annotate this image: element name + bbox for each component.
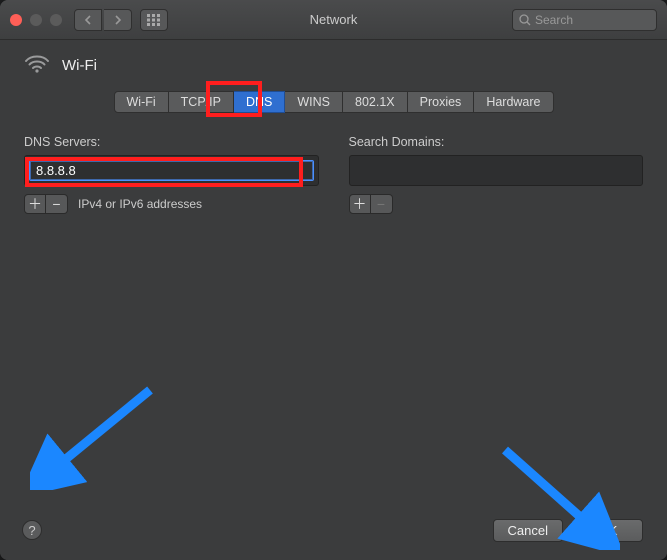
tab-hardware[interactable]: Hardware: [474, 91, 553, 113]
content-area: Wi-Fi Wi-Fi TCP/IP DNS WINS 802.1X Proxi…: [0, 40, 667, 560]
remove-search-domain-button[interactable]: −: [371, 194, 393, 214]
tab-8021x[interactable]: 802.1X: [343, 91, 408, 113]
tab-bar: Wi-Fi TCP/IP DNS WINS 802.1X Proxies Har…: [24, 91, 643, 113]
search-domains-label: Search Domains:: [349, 135, 644, 149]
back-button[interactable]: [74, 9, 102, 31]
titlebar: Network: [0, 0, 667, 40]
dns-servers-footer: ＋ − IPv4 or IPv6 addresses: [24, 194, 319, 214]
dns-columns: DNS Servers: 8.8.8.8 ＋ − IPv4 or IPv6 ad…: [24, 135, 643, 214]
cancel-button[interactable]: Cancel: [493, 519, 563, 542]
heading-row: Wi-Fi: [24, 54, 643, 77]
search-input[interactable]: [535, 13, 650, 27]
search-icon: [519, 14, 531, 26]
tab-wins[interactable]: WINS: [285, 91, 343, 113]
chevron-right-icon: [114, 15, 122, 25]
nav-buttons: [74, 9, 132, 31]
show-all-button[interactable]: [140, 9, 168, 31]
dns-servers-list[interactable]: 8.8.8.8: [24, 155, 319, 186]
minimize-window-button[interactable]: [30, 14, 42, 26]
remove-dns-server-button[interactable]: −: [46, 194, 68, 214]
dns-servers-label: DNS Servers:: [24, 135, 319, 149]
search-field-wrap[interactable]: [512, 9, 657, 31]
dialog-buttons: Cancel OK: [493, 519, 643, 542]
add-dns-server-button[interactable]: ＋: [24, 194, 46, 214]
tab-tcpip[interactable]: TCP/IP: [169, 91, 234, 113]
zoom-window-button[interactable]: [50, 14, 62, 26]
dns-servers-plusminus: ＋ −: [24, 194, 68, 214]
chevron-left-icon: [84, 15, 92, 25]
search-domains-footer: ＋ −: [349, 194, 644, 214]
tab-dns[interactable]: DNS: [234, 91, 285, 113]
add-search-domain-button[interactable]: ＋: [349, 194, 371, 214]
search-domains-column: Search Domains: ＋ −: [349, 135, 644, 214]
dns-servers-hint: IPv4 or IPv6 addresses: [78, 197, 202, 211]
connection-name: Wi-Fi: [62, 57, 97, 74]
close-window-button[interactable]: [10, 14, 22, 26]
network-preferences-window: Network Wi-Fi Wi-Fi: [0, 0, 667, 560]
tab-proxies[interactable]: Proxies: [408, 91, 475, 113]
annotation-arrow-add: [30, 380, 160, 490]
dns-server-entry[interactable]: 8.8.8.8: [29, 160, 314, 181]
wifi-icon: [24, 54, 50, 77]
help-button[interactable]: ?: [22, 520, 42, 540]
ok-button[interactable]: OK: [573, 519, 643, 542]
traffic-lights: [10, 14, 62, 26]
forward-button[interactable]: [104, 9, 132, 31]
grid-icon: [147, 14, 161, 26]
search-domains-list[interactable]: [349, 155, 644, 186]
dns-servers-column: DNS Servers: 8.8.8.8 ＋ − IPv4 or IPv6 ad…: [24, 135, 319, 214]
tab-wifi[interactable]: Wi-Fi: [114, 91, 169, 113]
search-domains-plusminus: ＋ −: [349, 194, 393, 214]
